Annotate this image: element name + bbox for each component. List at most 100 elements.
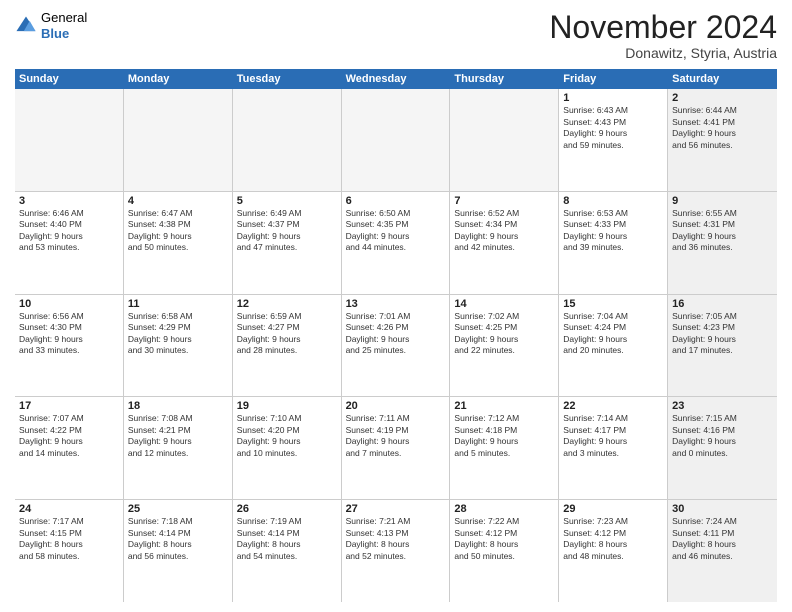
day-number: 25 <box>128 503 228 515</box>
day-info: Sunrise: 6:56 AM Sunset: 4:30 PM Dayligh… <box>19 311 119 357</box>
day-number: 18 <box>128 400 228 412</box>
day-number: 10 <box>19 298 119 310</box>
day-info: Sunrise: 7:01 AM Sunset: 4:26 PM Dayligh… <box>346 311 446 357</box>
day-number: 22 <box>563 400 663 412</box>
logo-text: General Blue <box>41 10 87 41</box>
day-info: Sunrise: 7:24 AM Sunset: 4:11 PM Dayligh… <box>672 516 773 562</box>
calendar-cell: 11Sunrise: 6:58 AM Sunset: 4:29 PM Dayli… <box>124 295 233 397</box>
day-number: 6 <box>346 195 446 207</box>
day-number: 3 <box>19 195 119 207</box>
day-info: Sunrise: 7:19 AM Sunset: 4:14 PM Dayligh… <box>237 516 337 562</box>
calendar-row: 1Sunrise: 6:43 AM Sunset: 4:43 PM Daylig… <box>15 89 777 192</box>
day-info: Sunrise: 7:18 AM Sunset: 4:14 PM Dayligh… <box>128 516 228 562</box>
day-info: Sunrise: 6:44 AM Sunset: 4:41 PM Dayligh… <box>672 105 773 151</box>
day-number: 11 <box>128 298 228 310</box>
calendar-cell <box>15 89 124 191</box>
calendar: SundayMondayTuesdayWednesdayThursdayFrid… <box>15 69 777 602</box>
day-number: 29 <box>563 503 663 515</box>
day-info: Sunrise: 7:04 AM Sunset: 4:24 PM Dayligh… <box>563 311 663 357</box>
day-number: 27 <box>346 503 446 515</box>
calendar-cell: 25Sunrise: 7:18 AM Sunset: 4:14 PM Dayli… <box>124 500 233 602</box>
day-number: 26 <box>237 503 337 515</box>
day-number: 17 <box>19 400 119 412</box>
calendar-cell: 26Sunrise: 7:19 AM Sunset: 4:14 PM Dayli… <box>233 500 342 602</box>
day-number: 28 <box>454 503 554 515</box>
day-info: Sunrise: 6:47 AM Sunset: 4:38 PM Dayligh… <box>128 208 228 254</box>
calendar-cell <box>233 89 342 191</box>
day-info: Sunrise: 6:59 AM Sunset: 4:27 PM Dayligh… <box>237 311 337 357</box>
calendar-cell: 22Sunrise: 7:14 AM Sunset: 4:17 PM Dayli… <box>559 397 668 499</box>
day-info: Sunrise: 7:15 AM Sunset: 4:16 PM Dayligh… <box>672 413 773 459</box>
calendar-row: 10Sunrise: 6:56 AM Sunset: 4:30 PM Dayli… <box>15 295 777 398</box>
calendar-cell: 19Sunrise: 7:10 AM Sunset: 4:20 PM Dayli… <box>233 397 342 499</box>
calendar-cell <box>450 89 559 191</box>
logo: General Blue <box>15 10 87 41</box>
day-info: Sunrise: 6:55 AM Sunset: 4:31 PM Dayligh… <box>672 208 773 254</box>
calendar-header: SundayMondayTuesdayWednesdayThursdayFrid… <box>15 69 777 89</box>
day-number: 15 <box>563 298 663 310</box>
calendar-cell: 3Sunrise: 6:46 AM Sunset: 4:40 PM Daylig… <box>15 192 124 294</box>
calendar-body: 1Sunrise: 6:43 AM Sunset: 4:43 PM Daylig… <box>15 89 777 602</box>
logo-icon <box>15 15 37 37</box>
subtitle: Donawitz, Styria, Austria <box>549 45 777 61</box>
calendar-cell: 18Sunrise: 7:08 AM Sunset: 4:21 PM Dayli… <box>124 397 233 499</box>
calendar-cell: 7Sunrise: 6:52 AM Sunset: 4:34 PM Daylig… <box>450 192 559 294</box>
day-info: Sunrise: 6:50 AM Sunset: 4:35 PM Dayligh… <box>346 208 446 254</box>
day-number: 2 <box>672 92 773 104</box>
calendar-cell: 12Sunrise: 6:59 AM Sunset: 4:27 PM Dayli… <box>233 295 342 397</box>
calendar-row: 3Sunrise: 6:46 AM Sunset: 4:40 PM Daylig… <box>15 192 777 295</box>
day-number: 16 <box>672 298 773 310</box>
day-number: 14 <box>454 298 554 310</box>
weekday-header: Sunday <box>15 69 124 89</box>
day-info: Sunrise: 7:21 AM Sunset: 4:13 PM Dayligh… <box>346 516 446 562</box>
calendar-cell: 21Sunrise: 7:12 AM Sunset: 4:18 PM Dayli… <box>450 397 559 499</box>
day-info: Sunrise: 7:17 AM Sunset: 4:15 PM Dayligh… <box>19 516 119 562</box>
weekday-header: Saturday <box>668 69 777 89</box>
calendar-cell: 24Sunrise: 7:17 AM Sunset: 4:15 PM Dayli… <box>15 500 124 602</box>
day-number: 13 <box>346 298 446 310</box>
day-info: Sunrise: 7:23 AM Sunset: 4:12 PM Dayligh… <box>563 516 663 562</box>
day-info: Sunrise: 6:53 AM Sunset: 4:33 PM Dayligh… <box>563 208 663 254</box>
weekday-header: Tuesday <box>233 69 342 89</box>
logo-blue: Blue <box>41 26 87 42</box>
day-number: 12 <box>237 298 337 310</box>
day-info: Sunrise: 7:11 AM Sunset: 4:19 PM Dayligh… <box>346 413 446 459</box>
calendar-cell: 30Sunrise: 7:24 AM Sunset: 4:11 PM Dayli… <box>668 500 777 602</box>
day-number: 9 <box>672 195 773 207</box>
day-number: 7 <box>454 195 554 207</box>
day-info: Sunrise: 7:22 AM Sunset: 4:12 PM Dayligh… <box>454 516 554 562</box>
calendar-cell: 5Sunrise: 6:49 AM Sunset: 4:37 PM Daylig… <box>233 192 342 294</box>
day-number: 1 <box>563 92 663 104</box>
calendar-cell: 4Sunrise: 6:47 AM Sunset: 4:38 PM Daylig… <box>124 192 233 294</box>
day-number: 19 <box>237 400 337 412</box>
day-info: Sunrise: 7:05 AM Sunset: 4:23 PM Dayligh… <box>672 311 773 357</box>
day-number: 4 <box>128 195 228 207</box>
calendar-cell: 1Sunrise: 6:43 AM Sunset: 4:43 PM Daylig… <box>559 89 668 191</box>
day-number: 24 <box>19 503 119 515</box>
day-number: 8 <box>563 195 663 207</box>
day-number: 30 <box>672 503 773 515</box>
day-number: 20 <box>346 400 446 412</box>
calendar-cell <box>342 89 451 191</box>
calendar-row: 24Sunrise: 7:17 AM Sunset: 4:15 PM Dayli… <box>15 500 777 602</box>
day-number: 23 <box>672 400 773 412</box>
day-info: Sunrise: 7:02 AM Sunset: 4:25 PM Dayligh… <box>454 311 554 357</box>
day-info: Sunrise: 6:52 AM Sunset: 4:34 PM Dayligh… <box>454 208 554 254</box>
calendar-cell: 14Sunrise: 7:02 AM Sunset: 4:25 PM Dayli… <box>450 295 559 397</box>
calendar-cell: 13Sunrise: 7:01 AM Sunset: 4:26 PM Dayli… <box>342 295 451 397</box>
calendar-cell: 27Sunrise: 7:21 AM Sunset: 4:13 PM Dayli… <box>342 500 451 602</box>
header: General Blue November 2024 Donawitz, Sty… <box>15 10 777 61</box>
day-info: Sunrise: 7:10 AM Sunset: 4:20 PM Dayligh… <box>237 413 337 459</box>
calendar-cell: 17Sunrise: 7:07 AM Sunset: 4:22 PM Dayli… <box>15 397 124 499</box>
calendar-cell: 29Sunrise: 7:23 AM Sunset: 4:12 PM Dayli… <box>559 500 668 602</box>
calendar-cell <box>124 89 233 191</box>
day-info: Sunrise: 6:58 AM Sunset: 4:29 PM Dayligh… <box>128 311 228 357</box>
weekday-header: Friday <box>559 69 668 89</box>
calendar-cell: 16Sunrise: 7:05 AM Sunset: 4:23 PM Dayli… <box>668 295 777 397</box>
weekday-header: Wednesday <box>342 69 451 89</box>
day-info: Sunrise: 7:12 AM Sunset: 4:18 PM Dayligh… <box>454 413 554 459</box>
day-number: 5 <box>237 195 337 207</box>
calendar-cell: 9Sunrise: 6:55 AM Sunset: 4:31 PM Daylig… <box>668 192 777 294</box>
day-info: Sunrise: 6:49 AM Sunset: 4:37 PM Dayligh… <box>237 208 337 254</box>
calendar-cell: 8Sunrise: 6:53 AM Sunset: 4:33 PM Daylig… <box>559 192 668 294</box>
